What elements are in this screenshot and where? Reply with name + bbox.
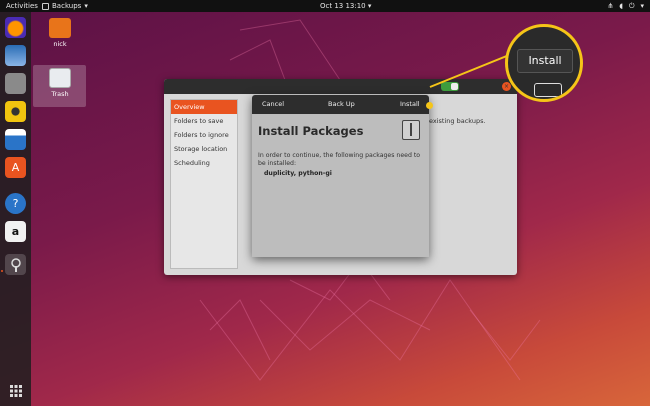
grid-icon [9,384,22,397]
install-packages-dialog: Cancel Back Up Install Install Packages … [252,95,429,257]
show-applications-icon[interactable] [5,380,26,401]
software-center-icon[interactable]: A [5,157,26,178]
chevron-down-icon: ▾ [84,2,88,10]
home-folder-icon [49,18,71,38]
backups-safe-icon [10,257,21,272]
package-icon [402,120,420,140]
files-icon[interactable] [5,73,26,94]
sidebar-item-folders-to-ignore[interactable]: Folders to ignore [171,128,237,142]
app-menu[interactable]: Backups ▾ [42,0,88,12]
close-icon[interactable]: × [502,82,511,91]
dialog-body: Install Packages In order to continue, t… [252,114,429,257]
desktop-icon-label: Trash [51,90,69,98]
desktop-icon-label: nick [53,40,67,48]
sidebar-item-storage-location[interactable]: Storage location [171,142,237,156]
help-icon[interactable]: ? [5,193,26,214]
amazon-icon[interactable]: a [5,221,26,242]
trash-icon [49,68,71,88]
backups-sidebar: Overview Folders to save Folders to igno… [170,99,238,269]
desktop-icon-trash[interactable]: Trash [40,68,80,98]
activities-button[interactable]: Activities [6,0,38,12]
thunderbird-icon[interactable] [5,45,26,66]
sidebar-item-overview[interactable]: Overview [171,100,237,114]
system-tray[interactable]: ⋔ ◖ ⏻ ▾ [607,0,644,12]
callout-toggle [534,83,562,97]
network-icon: ⋔ [607,2,614,10]
power-icon: ⏻ [628,2,635,10]
cancel-button[interactable]: Cancel [262,100,284,108]
dialog-message: In order to continue, the following pack… [258,152,421,167]
running-indicator [1,270,3,272]
sidebar-item-folders-to-save[interactable]: Folders to save [171,114,237,128]
top-bar: Activities Backups ▾ Oct 13 13:10 ▾ ⋔ ◖ … [0,0,650,12]
app-menu-label: Backups [52,2,82,10]
rhythmbox-icon[interactable] [5,101,26,122]
backups-app-icon [42,2,49,10]
callout-pointer-dot [426,102,433,109]
chevron-down-icon: ▾ [367,2,372,10]
callout-magnifier: Install [505,24,583,102]
backups-titlebar: × [164,79,517,94]
clock[interactable]: Oct 13 13:10 ▾ [320,0,371,12]
install-button[interactable]: Install [400,100,420,108]
overview-text: existing backups. [429,117,486,125]
chevron-down-icon: ▾ [640,2,644,10]
dialog-title: Back Up [328,100,355,108]
libreoffice-writer-icon[interactable] [5,129,26,150]
firefox-icon[interactable] [5,17,26,38]
dock: A ? a [0,12,31,406]
dialog-header: Cancel Back Up Install [252,95,429,114]
package-list: duplicity, python-gi [264,170,332,177]
callout-install-button: Install [517,49,573,73]
volume-icon: ◖ [619,2,623,10]
sidebar-item-scheduling[interactable]: Scheduling [171,156,237,170]
backup-toggle[interactable] [441,82,459,91]
dialog-heading: Install Packages [258,124,364,138]
backups-icon[interactable] [5,254,26,275]
clock-label: Oct 13 13:10 [320,2,366,10]
desktop-icon-home[interactable]: nick [40,18,80,48]
